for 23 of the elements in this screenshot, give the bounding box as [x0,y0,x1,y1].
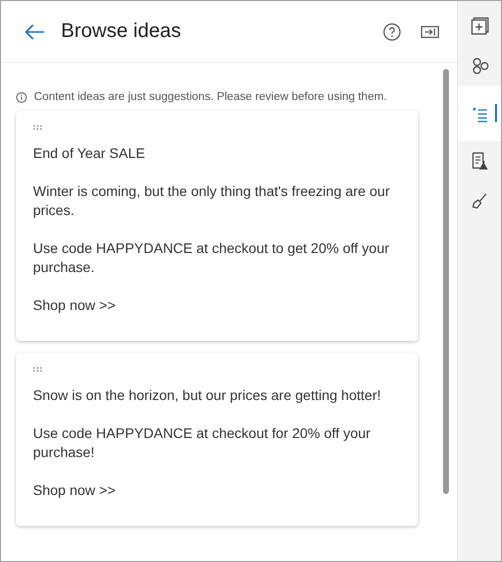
scrollbar[interactable] [443,69,449,494]
drag-handle-icon[interactable] [33,367,42,372]
card-text: Use code HAPPYDANCE at checkout for 20% off your purchase! [33,424,372,462]
card-text: Shop now >> [33,481,117,500]
card-text: End of Year SALE [33,144,146,163]
drag-handle-icon[interactable] [33,125,42,130]
add-page-icon [470,17,488,35]
panel-title: Browse ideas [61,20,182,43]
idea-list-icon [470,104,488,122]
card-text: Shop now >> [33,296,117,315]
card-text: Use code HAPPYDANCE at checkout to get 20% off your purchase. [33,239,390,277]
info-icon [16,92,27,102]
back-arrow-icon[interactable] [25,24,45,40]
shapes-icon [470,57,488,75]
idea-card[interactable]: Snow is on the horizon, but our prices are getting hotter! Use code HAPPYDANCE at checkout for 20% off your purchase! Shop now >> [16,353,418,526]
card-text: Winter is coming, but the only thing that's freezing are our prices. [33,182,391,220]
idea-card[interactable]: End of Year SALE Winter is coming, but the only thing that's freezing are our prices. Use code HAPPYDANCE at checkout to get 20% off your purchase. Shop now >> [16,111,418,341]
document-flask-icon [470,152,488,170]
paintbrush-icon [470,192,488,210]
card-text: Snow is on the horizon, but our prices are getting hotter! [33,386,382,405]
help-icon[interactable] [383,22,401,40]
panel-dock-icon[interactable] [421,26,439,38]
notice-text: Content ideas are just suggestions. Please review before using them. [34,91,387,103]
